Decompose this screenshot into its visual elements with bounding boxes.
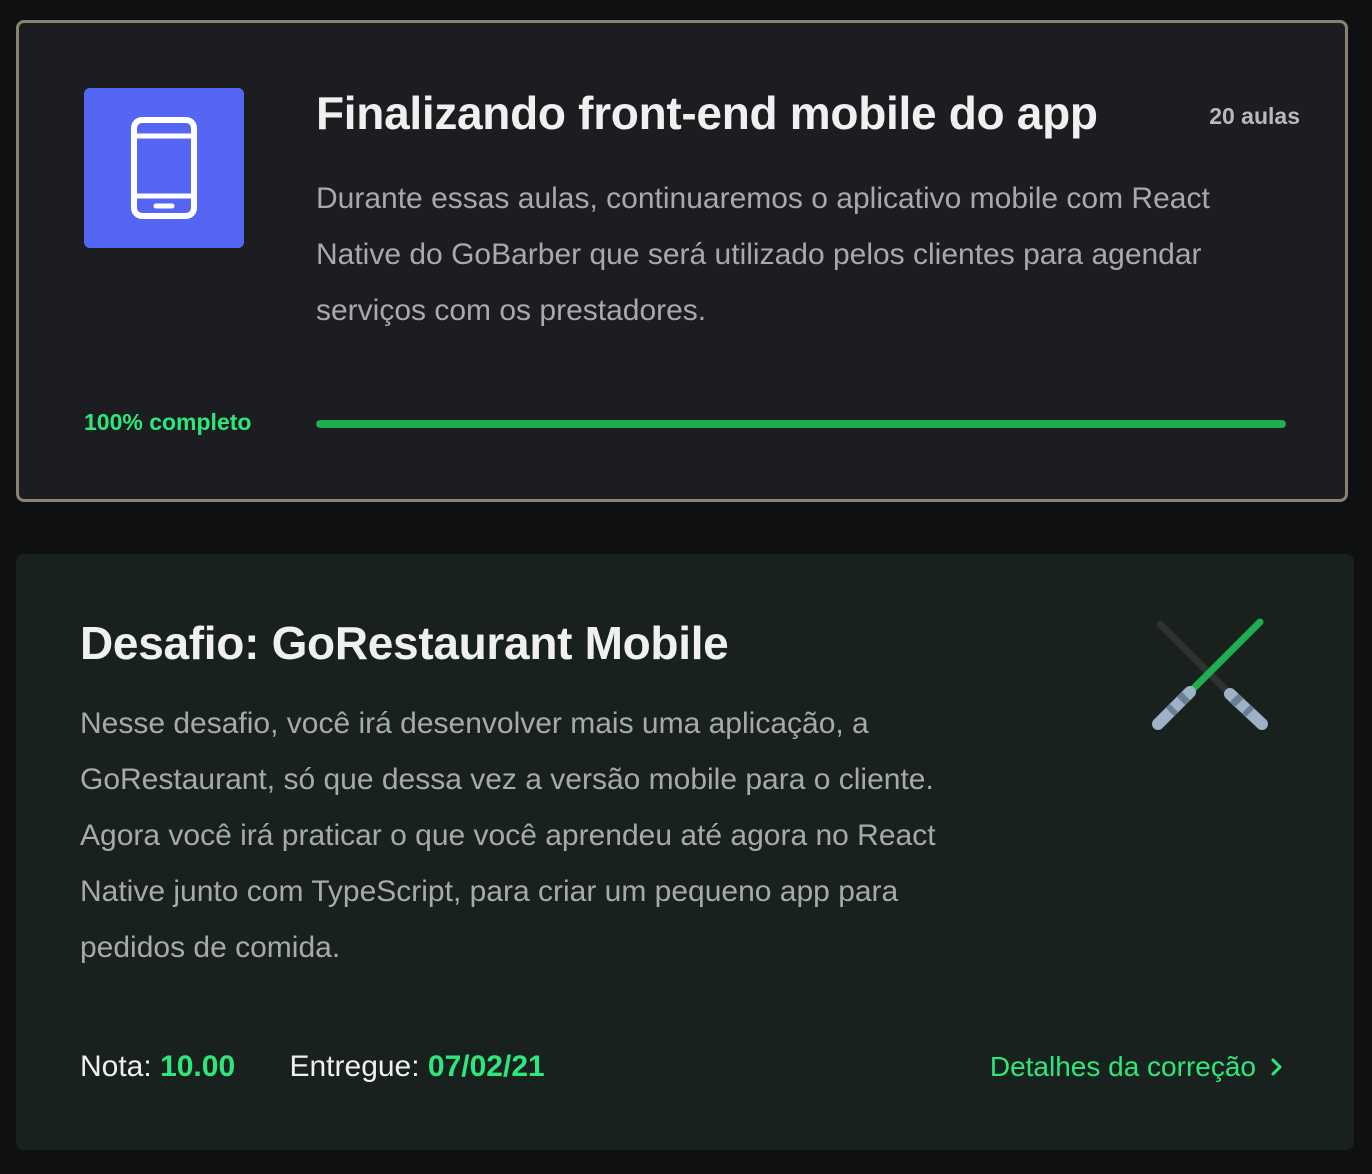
progress-label: 100% completo: [84, 409, 252, 435]
progress-bar-fill: [316, 420, 1286, 428]
challenge-description: Nesse desafio, você irá desenvolver mais…: [80, 707, 936, 964]
progress-bar: [316, 420, 1286, 428]
correction-details-link[interactable]: Detalhes da correção: [990, 1051, 1284, 1083]
smartphone-icon-glyph: [131, 117, 197, 219]
chevron-right-icon: [1270, 1057, 1284, 1077]
lesson-count: 20 aulas: [1209, 103, 1300, 129]
challenge-result: Nota: 10.00 Entregue: 07/02/21: [80, 1050, 545, 1084]
module-card[interactable]: Finalizando front-end mobile do app 20 a…: [16, 20, 1348, 502]
page: Finalizando front-end mobile do app 20 a…: [0, 0, 1372, 1174]
delivered: Entregue: 07/02/21: [289, 1050, 544, 1084]
challenge-card[interactable]: Desafio: GoRestaurant Mobile Nesse desaf…: [16, 554, 1354, 1150]
smartphone-icon: [84, 88, 244, 248]
delivered-value: 07/02/21: [427, 1050, 545, 1083]
grade-label: Nota:: [80, 1050, 152, 1083]
module-title: Finalizando front-end mobile do app: [316, 87, 1098, 139]
delivered-label: Entregue:: [289, 1050, 420, 1083]
grade: Nota: 10.00: [80, 1050, 235, 1084]
grade-value: 10.00: [160, 1050, 236, 1083]
challenge-title: Desafio: GoRestaurant Mobile: [80, 617, 729, 669]
module-description: Durante essas aulas, continuaremos o apl…: [316, 182, 1210, 327]
crossed-lightsabers-icon: [1146, 614, 1276, 734]
correction-details-label: Detalhes da correção: [989, 1051, 1256, 1082]
